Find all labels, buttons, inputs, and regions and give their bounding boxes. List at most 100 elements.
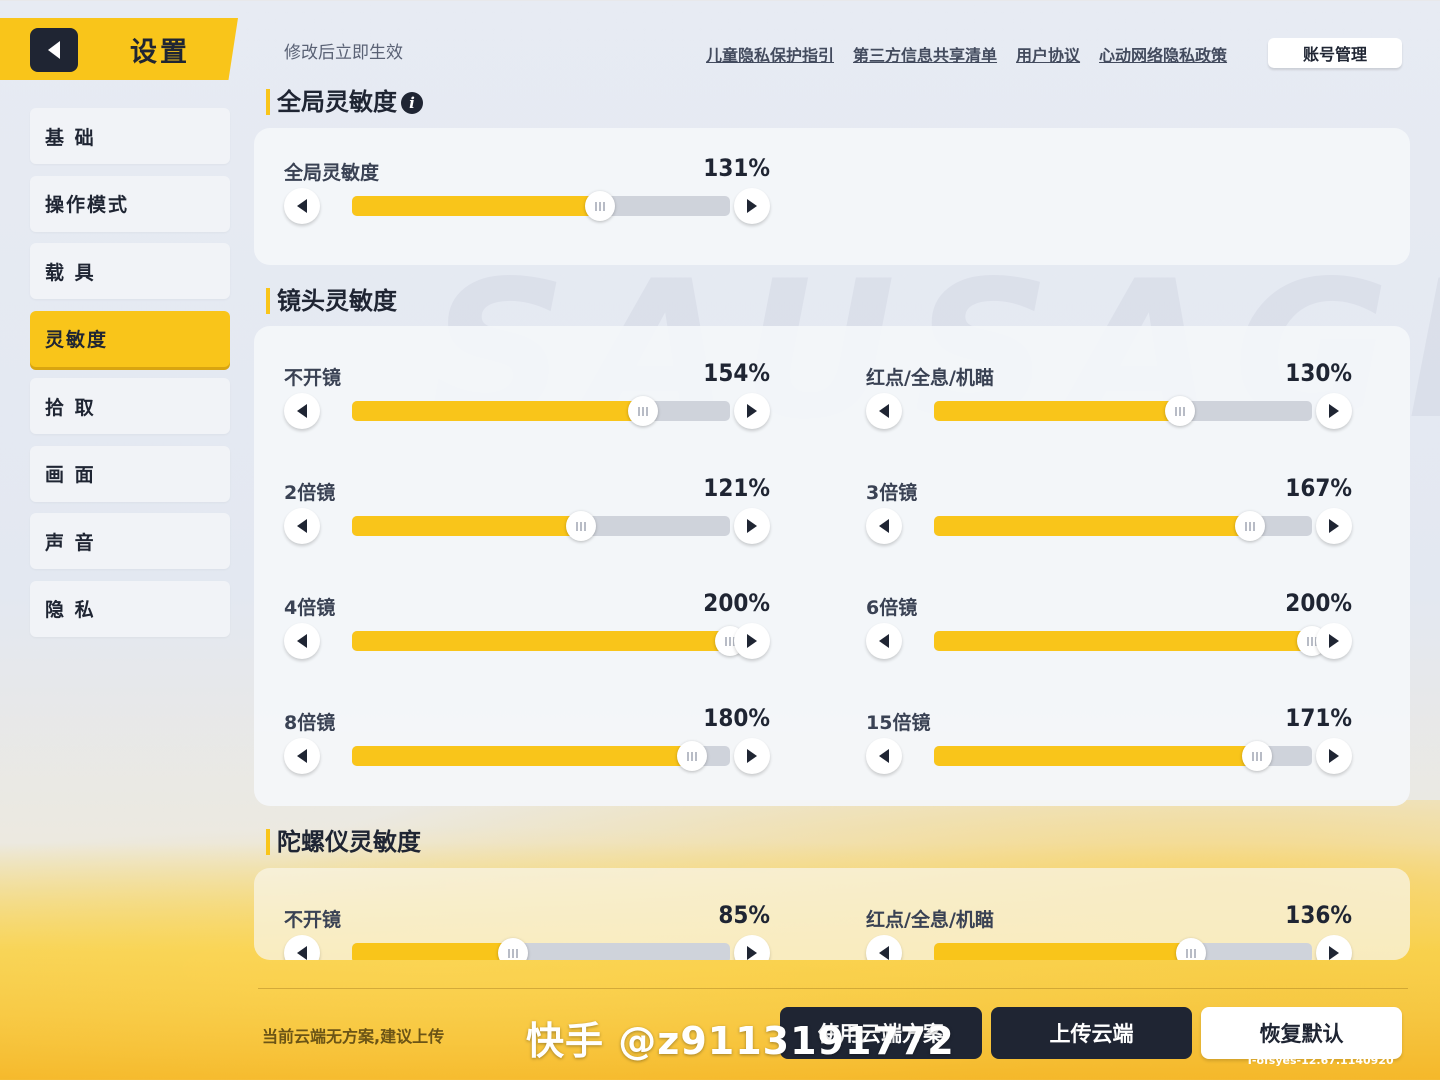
increase-button[interactable]	[1316, 935, 1352, 960]
slider-label: 2倍镜	[284, 482, 336, 504]
sidebar-item-control-mode[interactable]: 操作模式	[30, 175, 230, 232]
sidebar-item-pickup[interactable]: 拾 取	[30, 378, 230, 434]
slider-label: 不开镜	[284, 367, 342, 389]
restore-default-button[interactable]: 恢复默认	[1201, 1007, 1402, 1059]
account-management-button[interactable]: 账号管理	[1268, 38, 1402, 68]
slider-value: 154%	[703, 359, 770, 387]
decrease-button[interactable]	[284, 623, 320, 659]
link-child-privacy[interactable]: 儿童隐私保护指引	[706, 42, 834, 66]
section-title-global: 全局灵敏度 i	[266, 89, 423, 115]
footer-divider	[258, 988, 1408, 989]
link-privacy-policy[interactable]: 心动网络隐私政策	[1099, 42, 1227, 66]
slider-label: 红点/全息/机瞄	[866, 909, 994, 931]
slider-camera-3x: 3倍镜 167%	[836, 474, 1352, 558]
slider-fill	[934, 943, 1191, 960]
increase-button[interactable]	[734, 508, 770, 544]
slider-fill	[352, 196, 600, 216]
increase-button[interactable]	[734, 393, 770, 429]
slider-track[interactable]	[934, 511, 1312, 541]
slider-track[interactable]	[352, 938, 730, 960]
decrease-button[interactable]	[866, 935, 902, 960]
increase-button[interactable]	[1316, 738, 1352, 774]
info-icon[interactable]: i	[401, 92, 423, 114]
slider-track[interactable]	[934, 626, 1327, 656]
slider-label: 3倍镜	[866, 482, 918, 504]
decrease-button[interactable]	[866, 508, 902, 544]
slider-gyro-red-dot: 红点/全息/机瞄 136%	[836, 901, 1352, 960]
slider-track[interactable]	[352, 741, 730, 771]
slider-label: 全局灵敏度	[284, 162, 380, 184]
sidebar-item-sensitivity[interactable]: 灵敏度	[30, 310, 230, 367]
upload-cloud-button[interactable]: 上传云端	[991, 1007, 1192, 1059]
slider-camera-15x: 15倍镜 171%	[836, 704, 1352, 788]
slider-track[interactable]	[352, 191, 730, 221]
slider-thumb[interactable]	[1165, 396, 1195, 426]
increase-button[interactable]	[1316, 393, 1352, 429]
slider-value: 200%	[703, 589, 770, 617]
slider-grip-icon	[507, 948, 519, 958]
slider-track[interactable]	[934, 741, 1312, 771]
slider-camera-no-scope: 不开镜 154%	[254, 359, 770, 443]
slider-thumb[interactable]	[1242, 741, 1272, 771]
increase-button[interactable]	[734, 188, 770, 224]
slider-label: 6倍镜	[866, 597, 918, 619]
decrease-button[interactable]	[284, 508, 320, 544]
slider-camera-4x: 4倍镜 200%	[254, 589, 770, 673]
arrow-left-icon	[297, 634, 307, 648]
sidebar-item-sound[interactable]: 声 音	[30, 513, 230, 569]
decrease-button[interactable]	[866, 738, 902, 774]
decrease-button[interactable]	[284, 393, 320, 429]
arrow-right-icon	[747, 634, 757, 648]
slider-fill	[934, 516, 1250, 536]
slider-track[interactable]	[352, 511, 730, 541]
back-button[interactable]	[30, 28, 78, 72]
sidebar-item-vehicle[interactable]: 载 具	[30, 243, 230, 299]
link-user-agreement[interactable]: 用户协议	[1016, 42, 1080, 66]
slider-fill	[934, 631, 1312, 651]
slider-thumb[interactable]	[585, 191, 615, 221]
decrease-button[interactable]	[284, 188, 320, 224]
link-third-party-list[interactable]: 第三方信息共享清单	[853, 42, 997, 66]
arrow-right-icon	[1329, 519, 1339, 533]
apply-hint: 修改后立即生效	[284, 43, 403, 63]
increase-button[interactable]	[734, 935, 770, 960]
decrease-button[interactable]	[866, 393, 902, 429]
slider-track[interactable]	[934, 938, 1312, 960]
slider-grip-icon	[1174, 406, 1186, 416]
slider-camera-red-dot: 红点/全息/机瞄 130%	[836, 359, 1352, 443]
cloud-hint: 当前云端无方案,建议上传	[262, 1027, 445, 1046]
slider-thumb[interactable]	[1176, 938, 1206, 960]
slider-grip-icon	[594, 201, 606, 211]
slider-value: 131%	[703, 154, 770, 182]
slider-thumb[interactable]	[677, 741, 707, 771]
arrow-right-icon	[747, 199, 757, 213]
slider-grip-icon	[686, 751, 698, 761]
slider-label: 15倍镜	[866, 712, 931, 734]
decrease-button[interactable]	[866, 623, 902, 659]
sidebar-item-graphics[interactable]: 画 面	[30, 445, 230, 502]
slider-fill	[934, 401, 1180, 421]
arrow-right-icon	[747, 404, 757, 418]
slider-value: 121%	[703, 474, 770, 502]
sidebar-item-privacy[interactable]: 隐 私	[30, 580, 230, 637]
increase-button[interactable]	[734, 738, 770, 774]
decrease-button[interactable]	[284, 738, 320, 774]
slider-thumb[interactable]	[628, 396, 658, 426]
slider-grip-icon	[637, 406, 649, 416]
slider-value: 130%	[1285, 359, 1352, 387]
slider-thumb[interactable]	[1235, 511, 1265, 541]
increase-button[interactable]	[734, 623, 770, 659]
slider-track[interactable]	[352, 626, 745, 656]
slider-track[interactable]	[352, 396, 730, 426]
slider-track[interactable]	[934, 396, 1312, 426]
slider-camera-6x: 6倍镜 200%	[836, 589, 1352, 673]
arrow-right-icon	[747, 749, 757, 763]
decrease-button[interactable]	[284, 935, 320, 960]
increase-button[interactable]	[1316, 508, 1352, 544]
use-cloud-scheme-button[interactable]: 使用云端方案	[780, 1007, 982, 1059]
sidebar-item-basic[interactable]: 基 础	[30, 108, 230, 164]
slider-thumb[interactable]	[566, 511, 596, 541]
arrow-right-icon	[1329, 946, 1339, 960]
increase-button[interactable]	[1316, 623, 1352, 659]
slider-thumb[interactable]	[498, 938, 528, 960]
